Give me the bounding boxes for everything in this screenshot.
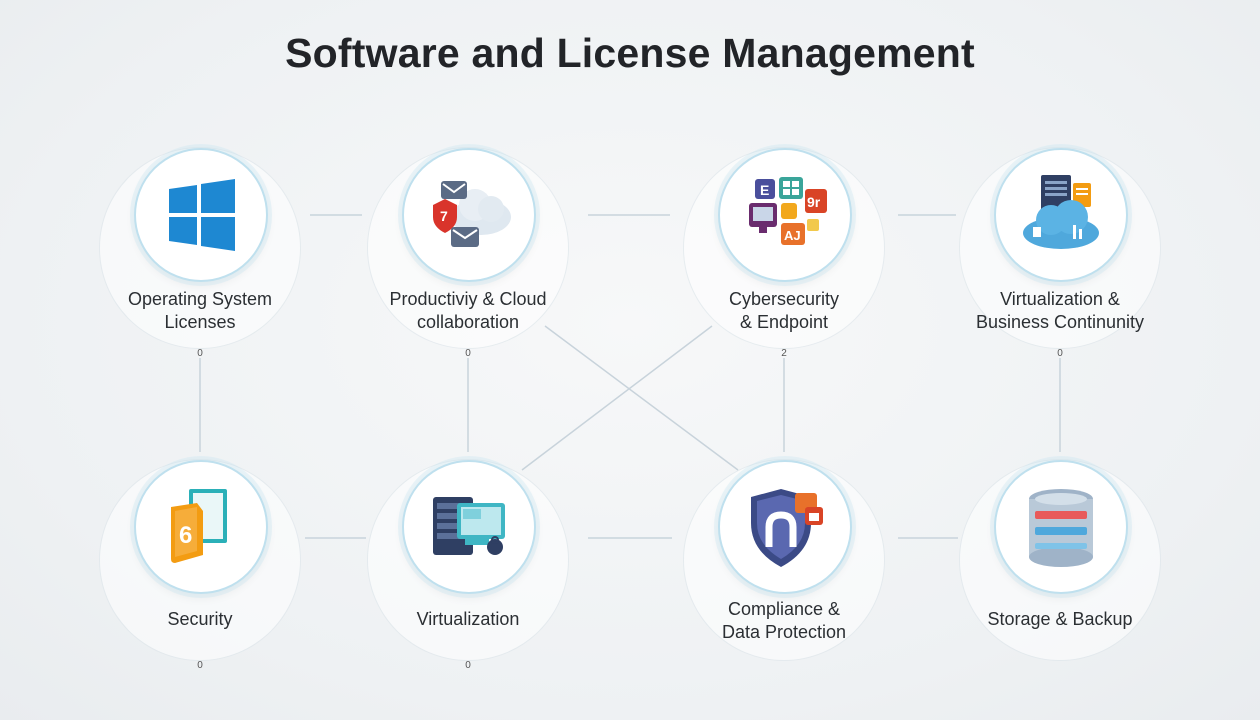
svg-text:E: E	[760, 182, 769, 198]
node-virtualization: Virtualization 0	[358, 460, 578, 680]
label-line: Data Protection	[721, 622, 847, 642]
svg-text:7: 7	[440, 208, 448, 224]
label-line: collaboration	[416, 312, 520, 332]
shield-lock-icon	[718, 460, 852, 594]
svg-text:AJ: AJ	[784, 228, 801, 243]
label-line: Operating System	[127, 289, 273, 309]
label-line: Business Continunity	[975, 312, 1145, 332]
node-virtualization-continuity: Virtualization & Business Continunity 0	[950, 148, 1170, 368]
label-line: Security	[167, 609, 233, 629]
label-line: Licenses	[164, 312, 236, 332]
node-operating-system-licenses: Operating System Licenses 0	[90, 148, 310, 368]
node-productivity-cloud: 7 Productiviy & Cloud collaboration 0	[358, 148, 578, 368]
label-line: Cybersecurity	[728, 289, 840, 309]
label-line: & Endpoint	[739, 312, 829, 332]
node-marker: 2	[781, 348, 787, 359]
node-cybersecurity-endpoint: E 9r AJ Cybersecurity & Endpoint 2	[674, 148, 894, 368]
app-tiles-icon: E 9r AJ	[718, 148, 852, 282]
node-label: Operating System Licenses	[90, 288, 310, 334]
node-marker: 0	[465, 660, 471, 671]
cloud-mail-shield-icon: 7	[402, 148, 536, 282]
label-line: Productiviy & Cloud	[389, 289, 547, 309]
node-label: Virtualization	[358, 608, 578, 631]
node-label: Storage & Backup	[950, 608, 1170, 631]
node-security: 6 Security 0	[90, 460, 310, 680]
label-line: Virtualization &	[1000, 289, 1120, 309]
cloud-server-icon	[994, 148, 1128, 282]
database-icon	[994, 460, 1128, 594]
node-marker: 0	[465, 348, 471, 359]
document-lock-icon: 6	[134, 460, 268, 594]
node-marker: 0	[197, 660, 203, 671]
node-label: Productiviy & Cloud collaboration	[358, 288, 578, 334]
node-label: Compliance & Data Protection	[674, 598, 894, 644]
node-marker: 0	[197, 348, 203, 359]
label-line: Storage & Backup	[987, 609, 1133, 629]
label-line: Virtualization	[416, 609, 520, 629]
node-compliance-data-protection: Compliance & Data Protection	[674, 460, 894, 680]
windows-logo-icon	[134, 148, 268, 282]
node-storage-backup: Storage & Backup	[950, 460, 1170, 680]
node-label: Cybersecurity & Endpoint	[674, 288, 894, 334]
node-label: Security	[90, 608, 310, 631]
server-monitor-icon	[402, 460, 536, 594]
svg-text:9r: 9r	[807, 194, 821, 210]
label-line: Compliance &	[727, 599, 841, 619]
svg-text:6: 6	[179, 522, 192, 549]
node-marker: 0	[1057, 348, 1063, 359]
node-label: Virtualization & Business Continunity	[950, 288, 1170, 334]
